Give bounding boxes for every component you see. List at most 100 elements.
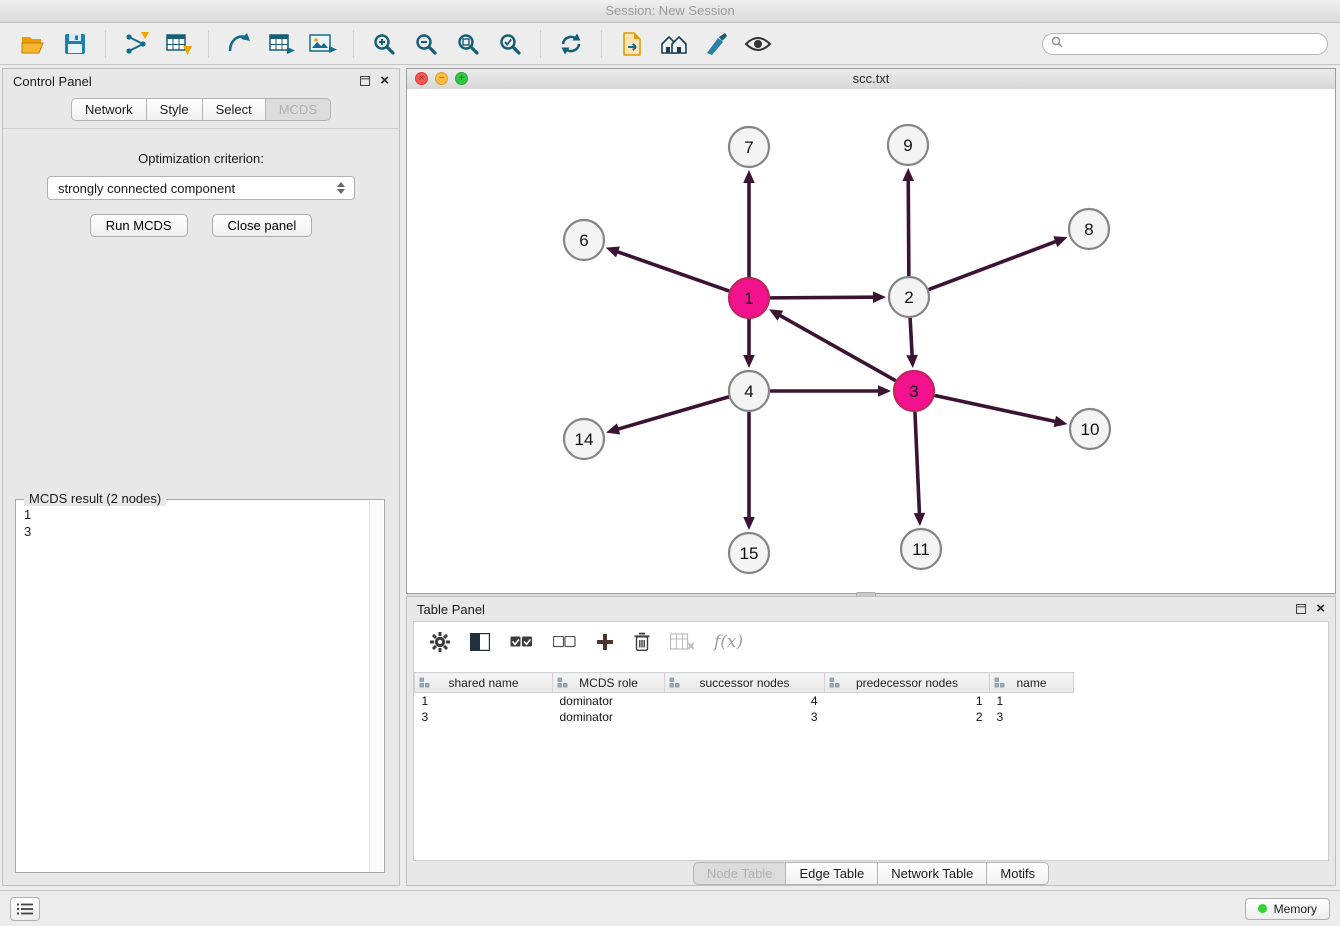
graph-edge[interactable] bbox=[936, 396, 1068, 427]
search-input[interactable] bbox=[1068, 36, 1319, 52]
zoom-in-icon[interactable] bbox=[368, 28, 400, 60]
toolbar-separator bbox=[540, 30, 541, 58]
tab-network-table[interactable]: Network Table bbox=[878, 862, 987, 885]
graph-node[interactable]: 9 bbox=[888, 125, 928, 165]
window-traffic-lights: × − + bbox=[415, 72, 468, 85]
show-columns-icon[interactable] bbox=[470, 633, 490, 651]
style-brush-icon[interactable] bbox=[700, 28, 732, 60]
window-close-button[interactable]: × bbox=[415, 72, 428, 85]
graph-edge[interactable] bbox=[743, 170, 755, 276]
save-session-icon[interactable] bbox=[59, 28, 91, 60]
result-scrollbar[interactable] bbox=[369, 501, 383, 871]
select-all-rows-icon[interactable] bbox=[510, 636, 533, 648]
graph-edge[interactable] bbox=[771, 291, 886, 303]
close-table-panel-icon[interactable]: × bbox=[1316, 602, 1325, 616]
graph-edge[interactable] bbox=[914, 413, 926, 526]
graph-node[interactable]: 15 bbox=[729, 533, 769, 573]
network-window-titlebar[interactable]: × − + scc.txt bbox=[407, 69, 1335, 90]
graph-edge[interactable] bbox=[771, 385, 891, 397]
graph-edge[interactable] bbox=[606, 397, 728, 434]
graph-edge[interactable] bbox=[930, 236, 1068, 289]
tab-motifs[interactable]: Motifs bbox=[987, 862, 1049, 885]
table-panel-content: f(x) shared name MCDS role successor nod… bbox=[413, 621, 1329, 861]
graph-node[interactable]: 11 bbox=[901, 529, 941, 569]
tab-mcds[interactable]: MCDS bbox=[266, 98, 331, 121]
graph-node-label: 15 bbox=[740, 544, 759, 563]
float-panel-icon[interactable] bbox=[360, 74, 370, 89]
graph-node[interactable]: 6 bbox=[564, 220, 604, 260]
graph-node[interactable]: 10 bbox=[1070, 409, 1110, 449]
export-network-icon[interactable] bbox=[223, 28, 255, 60]
column-label: predecessor nodes bbox=[856, 676, 958, 690]
toolbar-search[interactable] bbox=[1042, 33, 1328, 55]
graph-node-label: 6 bbox=[579, 231, 588, 250]
graph-node[interactable]: 3 bbox=[894, 371, 934, 411]
tab-node-table[interactable]: Node Table bbox=[693, 862, 787, 885]
close-control-panel-icon[interactable]: × bbox=[380, 74, 389, 88]
close-panel-button[interactable]: Close panel bbox=[212, 214, 313, 237]
column-type-icon bbox=[419, 677, 430, 691]
window-minimize-button[interactable]: − bbox=[435, 72, 448, 85]
task-history-button[interactable] bbox=[10, 897, 40, 921]
graph-node[interactable]: 1 bbox=[729, 278, 769, 318]
toolbar-separator bbox=[353, 30, 354, 58]
network-canvas[interactable]: 7 9 6 8 1 2 4 3 14 10 15 11 bbox=[407, 89, 1335, 593]
add-column-icon[interactable] bbox=[596, 633, 614, 651]
run-mcds-button[interactable]: Run MCDS bbox=[90, 214, 188, 237]
column-header-shared-name[interactable]: shared name bbox=[415, 673, 553, 693]
graph-edge[interactable] bbox=[606, 246, 729, 290]
deselect-all-rows-icon[interactable] bbox=[553, 636, 576, 648]
graph-node-label: 2 bbox=[904, 288, 913, 307]
table-row[interactable]: 1dominator411 bbox=[415, 693, 1074, 710]
graph-node[interactable]: 2 bbox=[889, 277, 929, 317]
criterion-dropdown[interactable]: strongly connected component bbox=[47, 176, 355, 200]
tab-edge-table[interactable]: Edge Table bbox=[786, 862, 878, 885]
graph-node[interactable]: 14 bbox=[564, 419, 604, 459]
graph-node[interactable]: 4 bbox=[729, 371, 769, 411]
graph-node[interactable]: 7 bbox=[729, 127, 769, 167]
criterion-value: strongly connected component bbox=[58, 181, 334, 196]
table-row[interactable]: 3dominator323 bbox=[415, 709, 1074, 725]
graph-node[interactable]: 8 bbox=[1069, 209, 1109, 249]
refresh-layout-icon[interactable] bbox=[555, 28, 587, 60]
mcds-result-text: 1 3 bbox=[16, 500, 384, 546]
zoom-fit-icon[interactable] bbox=[452, 28, 484, 60]
show-hide-eye-icon[interactable] bbox=[742, 28, 774, 60]
tab-style[interactable]: Style bbox=[147, 98, 203, 121]
window-zoom-button[interactable]: + bbox=[455, 72, 468, 85]
clone-network-icon[interactable] bbox=[616, 28, 648, 60]
houses-icon[interactable] bbox=[658, 28, 690, 60]
graph-edge[interactable] bbox=[743, 413, 755, 530]
node-table-body: 1dominator4113dominator323 bbox=[415, 693, 1074, 726]
zoom-selected-icon[interactable] bbox=[494, 28, 526, 60]
tab-select[interactable]: Select bbox=[203, 98, 266, 121]
export-table-icon[interactable] bbox=[265, 28, 297, 60]
column-header-mcds-role[interactable]: MCDS role bbox=[553, 673, 665, 693]
export-image-icon[interactable] bbox=[307, 28, 339, 60]
table-settings-gear-icon[interactable] bbox=[430, 632, 450, 652]
control-panel-title: Control Panel bbox=[13, 74, 92, 89]
tab-network[interactable]: Network bbox=[71, 98, 147, 121]
column-header-successor-nodes[interactable]: successor nodes bbox=[665, 673, 825, 693]
status-bar: Memory bbox=[0, 890, 1340, 926]
mcds-result-box: MCDS result (2 nodes) 1 3 bbox=[15, 499, 385, 873]
graph-edge[interactable] bbox=[902, 168, 914, 275]
zoom-out-icon[interactable] bbox=[410, 28, 442, 60]
column-header-name[interactable]: name bbox=[990, 673, 1074, 693]
float-table-panel-icon[interactable] bbox=[1296, 602, 1306, 617]
graph-edge[interactable] bbox=[906, 319, 918, 368]
mcds-result-title: MCDS result (2 nodes) bbox=[24, 491, 166, 506]
optimization-criterion-label: Optimization criterion: bbox=[3, 151, 399, 166]
table-cell: dominator bbox=[553, 709, 665, 725]
open-file-icon[interactable] bbox=[17, 28, 49, 60]
graph-edge[interactable] bbox=[743, 320, 755, 368]
column-header-predecessor-nodes[interactable]: predecessor nodes bbox=[825, 673, 990, 693]
memory-button[interactable]: Memory bbox=[1245, 898, 1330, 920]
import-table-icon[interactable] bbox=[162, 28, 194, 60]
table-panel-title: Table Panel bbox=[417, 602, 485, 617]
toolbar-separator bbox=[105, 30, 106, 58]
graph-edge[interactable] bbox=[769, 309, 895, 380]
import-network-icon[interactable] bbox=[120, 28, 152, 60]
delete-column-trash-icon[interactable] bbox=[634, 632, 650, 652]
node-table: shared name MCDS role successor nodes pr… bbox=[414, 672, 1074, 725]
